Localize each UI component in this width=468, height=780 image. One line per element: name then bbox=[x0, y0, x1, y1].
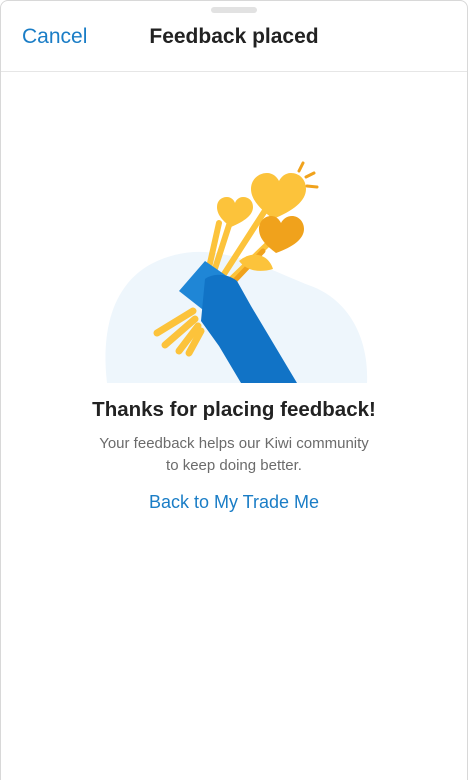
header-bar: Cancel Feedback placed bbox=[1, 1, 467, 72]
feedback-sheet: Cancel Feedback placed Thanks for placin… bbox=[0, 0, 468, 780]
hand-holding-hearts-icon bbox=[105, 161, 368, 383]
confirmation-message: Your feedback helps our Kiwi community t… bbox=[1, 433, 467, 477]
confirmation-heading: Thanks for placing feedback! bbox=[92, 398, 376, 421]
back-to-my-trade-me-link[interactable]: Back to My Trade Me bbox=[1, 492, 467, 513]
heart-large bbox=[251, 173, 306, 219]
confirmation-message-line1: Your feedback helps our Kiwi community bbox=[99, 435, 369, 452]
cancel-button[interactable]: Cancel bbox=[22, 25, 87, 49]
heart-small bbox=[217, 197, 253, 227]
confirmation-message-line2: to keep doing better. bbox=[166, 457, 302, 474]
